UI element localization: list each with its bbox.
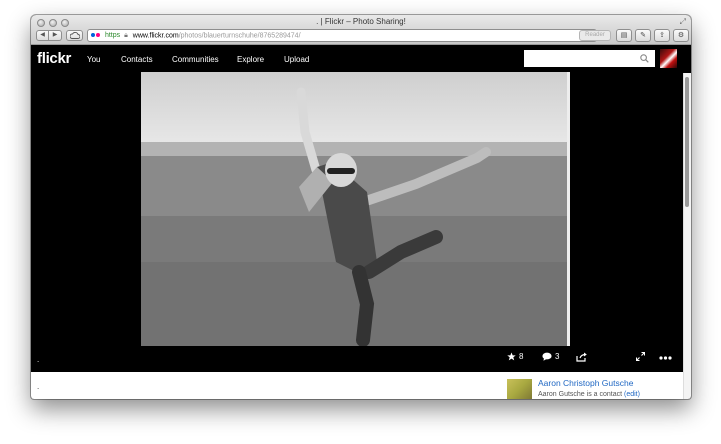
nav-communities[interactable]: Communities (172, 55, 219, 64)
fullscreen-button[interactable] (635, 351, 648, 362)
search-icon[interactable] (640, 54, 649, 63)
contact-status: Aaron Gutsche is a contact (edit) (538, 391, 640, 398)
main-photo[interactable] (141, 72, 569, 346)
browser-window: . | Flickr – Photo Sharing! ⤢ ◀ ▶ https … (31, 15, 691, 399)
reading-list-icon: ▤ (620, 32, 628, 39)
icloud-tabs-button[interactable] (66, 30, 83, 41)
fullscreen-toggle-icon[interactable]: ⤢ (680, 17, 686, 27)
nav-contacts[interactable]: Contacts (121, 55, 153, 64)
icloud-icon (70, 32, 80, 39)
comments-value: 3 (555, 352, 560, 361)
photo-border (567, 72, 570, 346)
back-icon: ◀ (40, 32, 45, 38)
avatar[interactable] (660, 49, 677, 68)
window-title: . | Flickr – Photo Sharing! (316, 17, 406, 26)
lock-icon: 🔒︎ (124, 32, 128, 40)
back-button[interactable]: ◀ (36, 30, 49, 41)
url-host: www.flickr.com (132, 32, 179, 40)
reader-button[interactable]: Reader (579, 30, 611, 41)
photo-description: . (37, 382, 40, 391)
more-icon (659, 356, 672, 360)
url-path: /photos/blauerturnschuhe/8765289474/ (178, 32, 301, 40)
url-scheme: https (104, 32, 121, 40)
nav-you[interactable]: You (87, 55, 101, 64)
fullscreen-icon (635, 351, 646, 362)
reading-list-button[interactable]: ▤ (616, 29, 632, 42)
owner-buddy-icon[interactable] (507, 379, 532, 399)
star-icon (507, 352, 516, 361)
more-button[interactable] (659, 351, 675, 360)
flickr-logo[interactable]: flickr (37, 50, 71, 67)
edit-contact-link[interactable]: (edit) (624, 391, 640, 398)
forward-button[interactable]: ▶ (49, 30, 62, 41)
bookmarks-button[interactable]: ✎ (635, 29, 651, 42)
scrollbar-thumb[interactable] (685, 77, 689, 207)
wrench-icon: ✎ (640, 32, 646, 39)
contact-note: Aaron Gutsche is a contact (538, 391, 623, 398)
nav-upload[interactable]: Upload (284, 55, 309, 64)
photo-info-panel: . Aaron Christoph Gutsche Aaron Gutsche … (31, 372, 683, 399)
forward-icon: ▶ (52, 32, 58, 38)
share-button[interactable] (576, 352, 590, 362)
comments-count[interactable]: 3 (542, 352, 559, 361)
settings-button[interactable]: ⚙ (673, 29, 689, 42)
nav-explore[interactable]: Explore (237, 55, 264, 64)
faves-count[interactable]: 8 (507, 352, 523, 361)
share-toolbar-button[interactable]: ⇪ (654, 29, 670, 42)
history-buttons: ◀ ▶ (36, 30, 62, 41)
gear-icon: ⚙ (677, 32, 685, 39)
faves-value: 8 (519, 352, 524, 361)
share-icon (576, 352, 587, 362)
photo-title: . (37, 355, 40, 364)
owner-name-link[interactable]: Aaron Christoph Gutsche (538, 378, 633, 388)
search-input[interactable] (524, 50, 655, 67)
title-bar: . | Flickr – Photo Sharing! ⤢ ◀ ▶ https … (31, 15, 691, 45)
photo-figure (141, 72, 569, 346)
address-bar[interactable]: https 🔒︎ www.flickr.com/photos/blauertur… (87, 29, 597, 42)
site-favicon (91, 30, 101, 41)
share-icon: ⇪ (659, 32, 665, 39)
photo-stage: . 8 3 (31, 72, 683, 372)
comment-icon (542, 352, 552, 361)
